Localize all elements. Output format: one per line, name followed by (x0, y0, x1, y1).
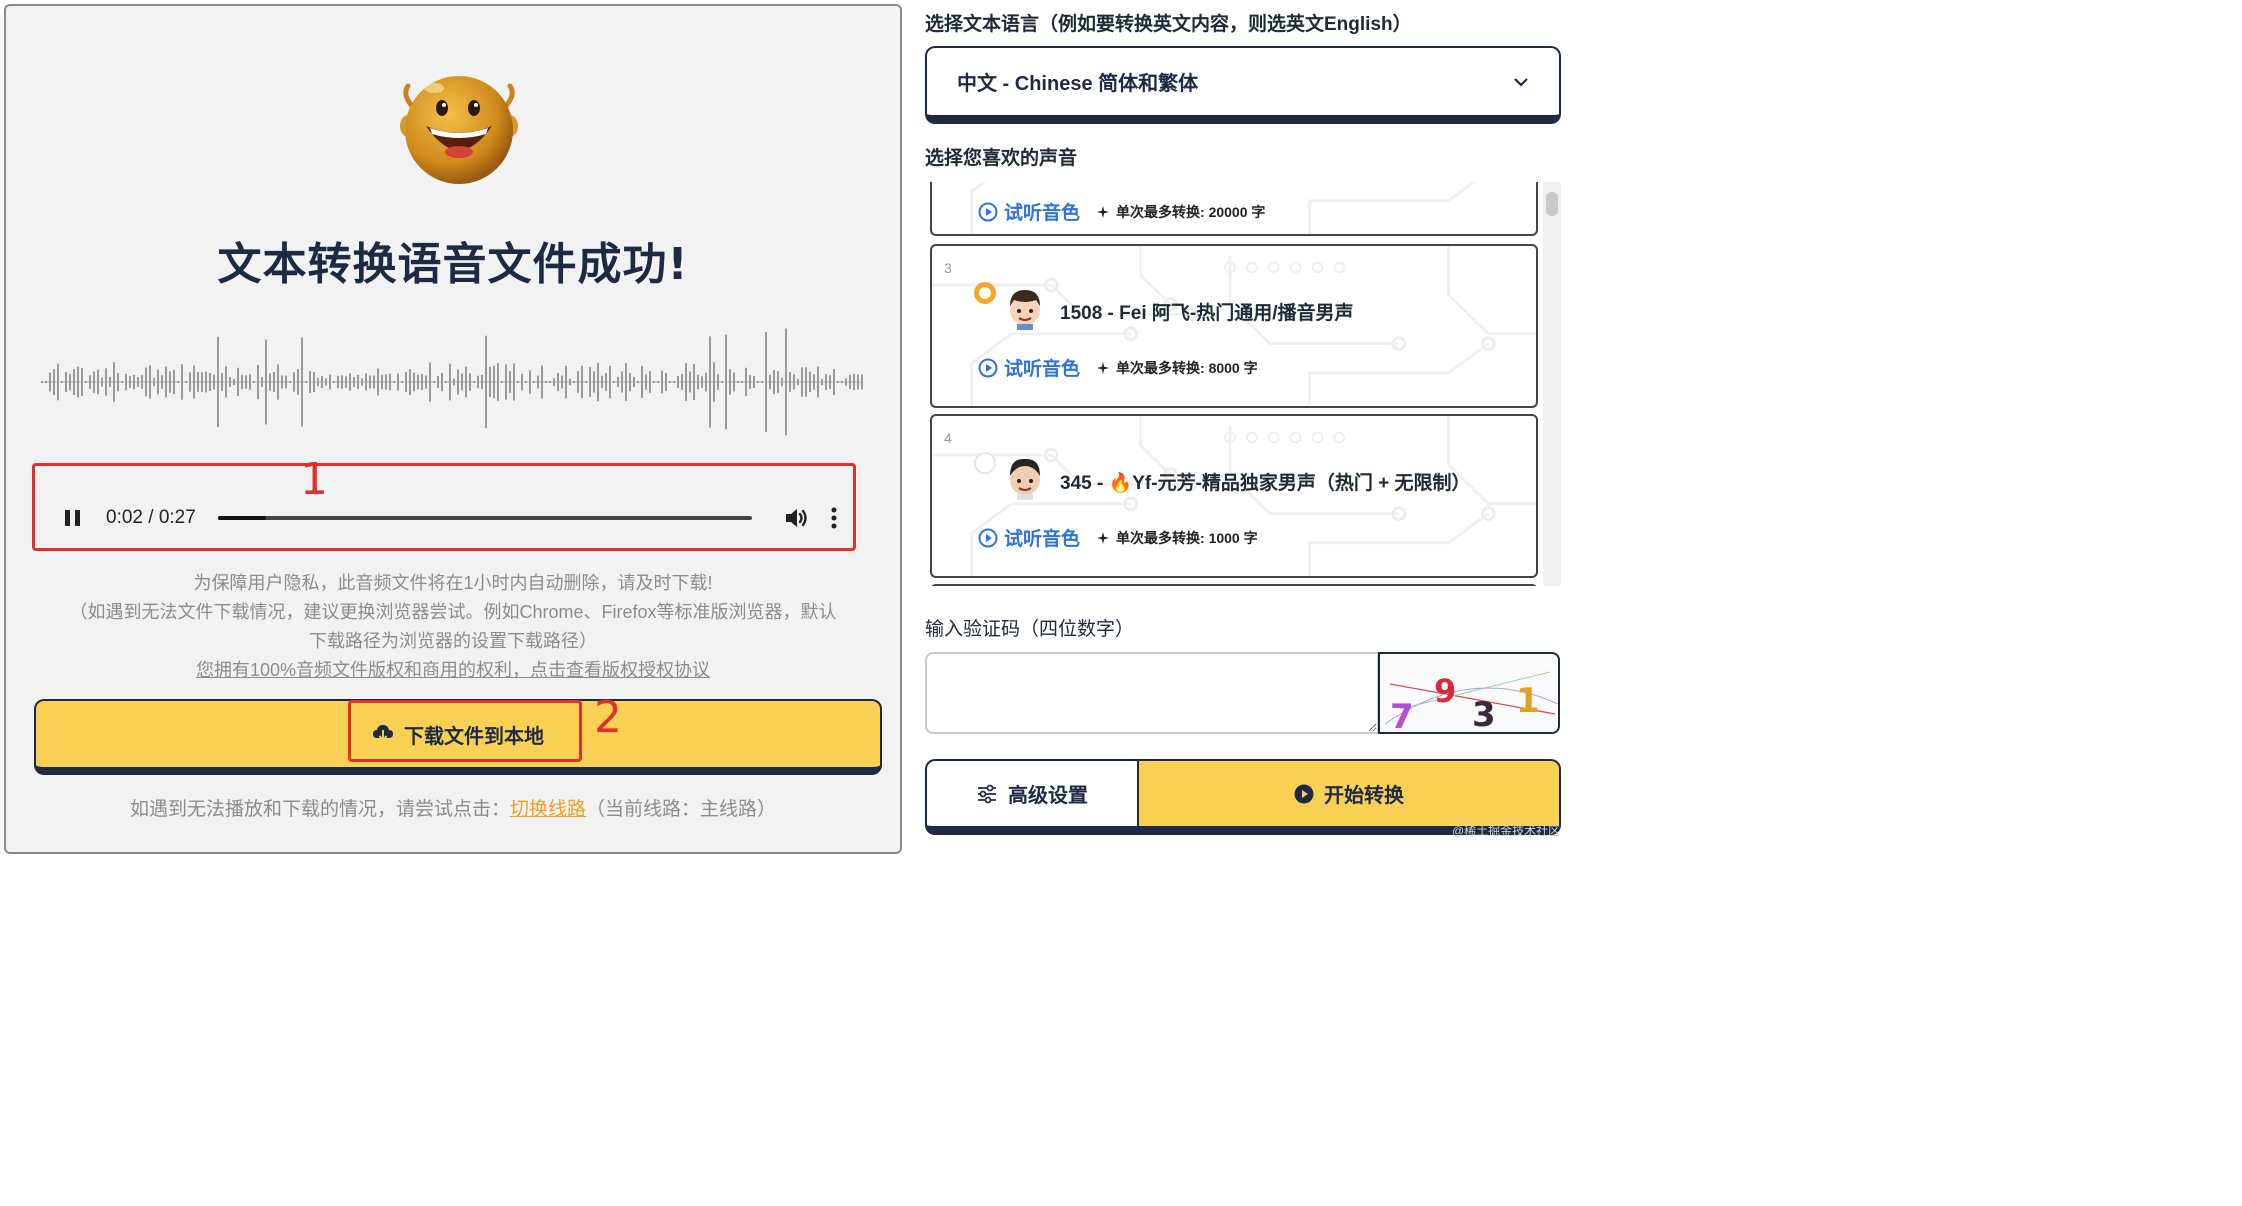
voice-card-selected[interactable]: 3 1508 - Fei 阿飞-热门通用/播音男声 试听音色 单次最多转换: 8… (930, 244, 1538, 408)
annotation-box-download (348, 700, 582, 762)
voice-card[interactable]: 试听音色 单次最多转换: 20000 字 (930, 182, 1538, 236)
voice-index: 3 (944, 260, 952, 276)
license-agreement-link[interactable]: 您拥有100%音频文件版权和商用的权利，点击查看版权授权协议 (196, 660, 710, 680)
voice-list-scrollbar[interactable] (1543, 182, 1561, 586)
captcha-label: 输入验证码（四位数字） (925, 619, 1135, 640)
max-chars: 单次最多转换: 1000 字 (1096, 528, 1258, 548)
play-circle-icon (978, 202, 998, 221)
voice-radio[interactable] (974, 452, 996, 474)
switch-line-suffix: （当前线路：主线路） (586, 799, 777, 820)
voice-name: 345 - 🔥Yf-元芳-精品独家男声（热门 + 无限制） (1060, 473, 1471, 494)
download-path-notice: 下载路径为浏览器的设置下载路径） (309, 631, 597, 651)
voice-meta: 试听音色 单次最多转换: 1000 字 (978, 524, 1258, 551)
annotation-box-player (32, 463, 856, 551)
captcha-image[interactable]: 7 9 3 1 (1378, 652, 1560, 734)
switch-line-link[interactable]: 切换线路 (510, 799, 586, 820)
audio-waveform (41, 328, 863, 436)
play-circle-icon (978, 528, 998, 547)
max-chars: 单次最多转换: 20000 字 (1096, 202, 1265, 222)
max-chars-text: 单次最多转换: 1000 字 (1116, 529, 1258, 546)
voice-radio-selected[interactable] (974, 282, 996, 304)
sparkle-icon (1097, 531, 1110, 544)
start-conversion-label: 开始转换 (1324, 785, 1404, 807)
language-select-value: 中文 - Chinese 简体和繁体 (957, 73, 1199, 95)
license-row: 您拥有100%音频文件版权和商用的权利，点击查看版权授权协议 (6, 656, 900, 682)
captcha-digit: 3 (1472, 695, 1496, 734)
listen-voice-button[interactable]: 试听音色 (978, 198, 1080, 225)
success-title: 文本转换语音文件成功! (217, 239, 689, 290)
annotation-number-2: 2 (594, 692, 622, 743)
captcha-digit: 7 (1390, 697, 1414, 734)
listen-voice-label: 试听音色 (1004, 529, 1081, 550)
sparkle-icon (1097, 205, 1110, 218)
sliders-icon (978, 784, 996, 803)
listen-voice-label: 试听音色 (1004, 359, 1081, 380)
listen-voice-button[interactable]: 试听音色 (978, 524, 1080, 551)
captcha-digit: 9 (1434, 672, 1456, 710)
play-circle-icon (978, 358, 998, 377)
voice-name: 1508 - Fei 阿飞-热门通用/播音男声 (1060, 303, 1354, 324)
listen-voice-label: 试听音色 (1004, 203, 1081, 224)
voice-card[interactable] (930, 584, 1538, 586)
watermark: @稀土掘金技术社区 (1452, 824, 1561, 838)
smiley-mascot-icon (400, 76, 518, 184)
annotation-number-1: 1 (300, 454, 328, 505)
result-panel: 文本转换语音文件成功! 0:02 / 0:27 1 为保障用户隐私，此音频文件将… (4, 4, 902, 854)
max-chars: 单次最多转换: 8000 字 (1096, 358, 1258, 378)
voice-meta: 试听音色 单次最多转换: 20000 字 (978, 198, 1265, 225)
listen-voice-button[interactable]: 试听音色 (978, 354, 1080, 381)
captcha-input[interactable] (925, 652, 1379, 734)
advanced-settings-button[interactable]: 高级设置 (925, 759, 1139, 835)
voice-avatar (1010, 290, 1040, 330)
max-chars-text: 单次最多转换: 8000 字 (1116, 359, 1258, 376)
switch-line-prefix: 如遇到无法播放和下载的情况，请尝试点击： (129, 799, 510, 820)
chevron-down-icon (1514, 77, 1528, 87)
play-circle-filled-icon (1294, 784, 1314, 803)
privacy-notice: 为保障用户隐私，此音频文件将在1小时内自动删除，请及时下载! (193, 573, 713, 593)
voice-index: 4 (944, 430, 952, 446)
voice-meta: 试听音色 单次最多转换: 8000 字 (978, 354, 1258, 381)
voice-list[interactable]: 试听音色 单次最多转换: 20000 字 3 1508 - Fei 阿飞-热门通… (928, 182, 1562, 586)
voice-avatar (1010, 458, 1040, 500)
voice-label: 选择您喜欢的声音 (925, 148, 1078, 169)
switch-line-row: 如遇到无法播放和下载的情况，请尝试点击：切换线路（当前线路：主线路） (6, 794, 900, 821)
sparkle-icon (1097, 361, 1110, 374)
browser-notice: （如遇到无法文件下载情况，建议更换浏览器尝试。例如Chrome、Firefox等… (69, 602, 837, 622)
language-select[interactable]: 中文 - Chinese 简体和繁体 (925, 46, 1561, 124)
max-chars-text: 单次最多转换: 20000 字 (1116, 203, 1266, 220)
advanced-settings-label: 高级设置 (1008, 785, 1088, 807)
captcha-drawing: 7 9 3 1 (1384, 671, 1558, 734)
voice-card[interactable]: 4 345 - 🔥Yf-元芳-精品独家男声（热门 + 无限制） 试听音色 单次最… (930, 414, 1538, 578)
scrollbar-thumb[interactable] (1546, 192, 1558, 216)
captcha-digit: 1 (1516, 681, 1540, 721)
language-label: 选择文本语言（例如要转换英文内容，则选英文English） (925, 14, 1412, 35)
